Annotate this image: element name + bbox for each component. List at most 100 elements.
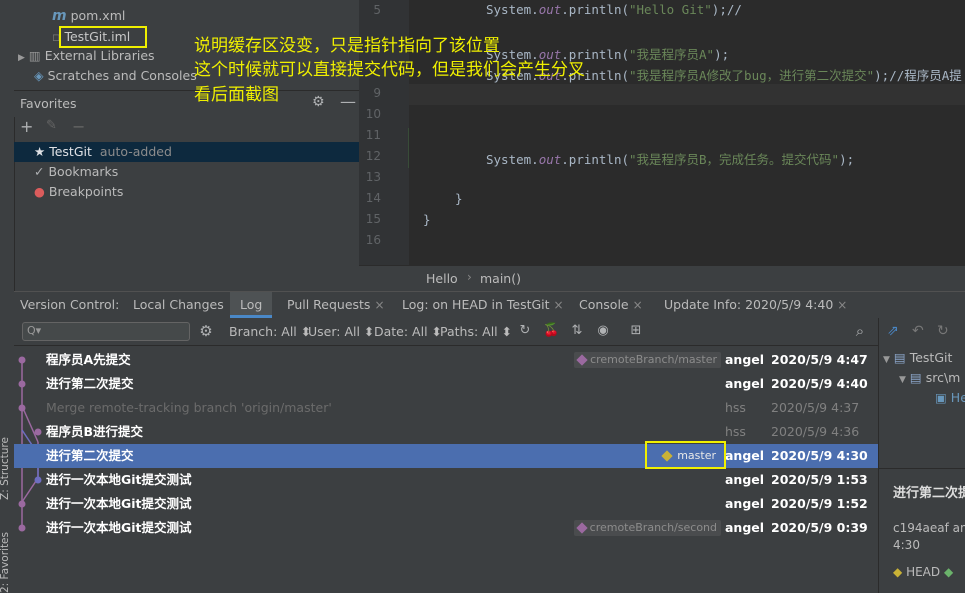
close-icon[interactable]: ×	[633, 298, 643, 312]
tree-item-file[interactable]: ▣ He	[935, 390, 965, 405]
favorites-item-testgit[interactable]: ★ TestGit auto-added	[14, 142, 359, 162]
commit-row[interactable]: 进行第二次提交 master angel 2020/5/9 4:30	[14, 444, 878, 468]
diff-icon[interactable]: ⇗	[887, 323, 899, 339]
gear-icon[interactable]: ⚙	[312, 94, 325, 110]
favorites-toolbar: + ✎ −	[14, 117, 359, 139]
tree-item-scratches[interactable]: ◈ Scratches and Consoles	[34, 66, 197, 86]
left-tool-strip: Z: Structure 2: Favorites	[0, 0, 15, 593]
commit-date: 2020/5/9 4:37	[771, 400, 860, 415]
commit-row[interactable]: 进行一次本地Git提交测试 angel 2020/5/9 1:52	[14, 492, 878, 516]
line-number: 11	[365, 128, 381, 142]
date-filter[interactable]: Date: All ⬍	[374, 318, 442, 345]
annotation-line-1: 说明缓存区没变，只是指针指向了该位置	[194, 36, 500, 56]
favorites-item-label: Breakpoints	[48, 184, 124, 199]
commit-author: angel	[725, 472, 765, 487]
tree-item-label: External Libraries	[44, 48, 155, 63]
tab-pull-requests[interactable]: Pull Requests ×	[287, 292, 385, 318]
favorites-item-note: auto-added	[99, 144, 172, 159]
breadcrumb-item-method[interactable]: main()	[480, 271, 521, 286]
line-number: 9	[373, 86, 381, 100]
code-brace: }	[455, 191, 463, 206]
commit-message: 程序员B进行提交	[46, 424, 144, 439]
remove-icon[interactable]: −	[72, 117, 85, 136]
refresh-icon[interactable]: ↻	[517, 323, 533, 339]
favorites-item-breakpoints[interactable]: ● Breakpoints	[14, 182, 359, 202]
commit-message: 程序员A先提交	[46, 352, 131, 367]
gear-icon[interactable]: ⚙	[198, 323, 214, 339]
line-number: 14	[365, 191, 381, 205]
divider	[879, 468, 965, 469]
tag-icon: ◆	[943, 565, 954, 579]
code-line: System.out.println("我是程序员B，完成任务。提交代码");	[486, 152, 855, 167]
current-line-highlight	[409, 84, 965, 105]
favorites-title: Favorites	[20, 96, 77, 111]
breadcrumb: Hello › main()	[359, 265, 965, 291]
structure-tool-tab[interactable]: Z: Structure	[0, 437, 11, 500]
commit-log-list: 程序员A先提交 cremoteBranch/master angel 2020/5/9…	[14, 346, 878, 593]
graph-options-icon[interactable]: ⊞	[628, 323, 644, 339]
search-icon[interactable]: ⌕	[852, 323, 868, 339]
close-icon[interactable]: ×	[554, 298, 564, 312]
favorites-item-label: TestGit	[49, 144, 92, 159]
expand-arrow-icon: ▼	[883, 355, 890, 365]
commit-date: 2020/5/9 4:30	[771, 448, 868, 463]
highlight-box-master	[645, 441, 726, 469]
expand-arrow-icon: ▶	[18, 53, 25, 63]
library-icon: ▥	[28, 48, 41, 63]
commit-row[interactable]: 进行一次本地Git提交测试 cremoteBranch/second angel 20…	[14, 516, 878, 540]
cherry-pick-icon[interactable]: 🍒	[543, 323, 559, 339]
minimize-icon[interactable]: —	[340, 92, 356, 111]
branch-filter[interactable]: Branch: All ⬍	[229, 318, 311, 345]
edit-icon[interactable]: ✎	[46, 118, 57, 133]
commit-row[interactable]: 进行第二次提交 angel 2020/5/9 4:40	[14, 372, 878, 396]
commit-time: 4:30	[893, 538, 920, 552]
vc-label: Version Control:	[20, 297, 120, 312]
expand-arrow-icon: ▼	[899, 375, 906, 385]
refresh-icon[interactable]: ↻	[937, 323, 949, 339]
commit-author: hss	[725, 424, 746, 439]
breadcrumb-item-class[interactable]: Hello	[426, 271, 458, 286]
commit-row[interactable]: 程序员A先提交 cremoteBranch/master angel 2020/5/9…	[14, 348, 878, 372]
tab-log[interactable]: Log	[230, 292, 273, 318]
favorites-tool-tab[interactable]: 2: Favorites	[0, 532, 11, 593]
scratches-icon: ◈	[34, 68, 44, 83]
line-number: 16	[365, 233, 381, 247]
eye-icon[interactable]: ◉	[595, 323, 611, 339]
tree-item-external-libraries[interactable]: ▶ ▥ External Libraries	[18, 46, 155, 66]
commit-message: 进行一次本地Git提交测试	[46, 496, 192, 511]
java-file-icon: ▣	[935, 390, 947, 405]
paths-filter[interactable]: Paths: All ⬍	[440, 318, 512, 345]
search-input[interactable]: Q▾	[22, 322, 190, 341]
tab-update-info[interactable]: Update Info: 2020/5/9 4:40 ×	[664, 292, 847, 318]
breakpoint-icon: ●	[34, 184, 45, 199]
maven-icon: m	[52, 8, 67, 24]
line-number: 12	[365, 149, 381, 163]
revert-icon[interactable]: ↶	[912, 323, 924, 339]
search-icon: Q▾	[27, 324, 42, 337]
close-icon[interactable]: ×	[837, 298, 847, 312]
line-number: 13	[365, 170, 381, 184]
head-ref: ◆ HEAD ◆	[893, 565, 954, 579]
user-filter[interactable]: User: All ⬍	[308, 318, 374, 345]
commit-date: 2020/5/9 1:52	[771, 496, 868, 511]
close-icon[interactable]: ×	[374, 298, 384, 312]
tab-console[interactable]: Console ×	[579, 292, 643, 318]
tab-local-changes[interactable]: Local Changes	[133, 292, 224, 318]
tag-icon: ◆	[893, 565, 903, 579]
commit-row[interactable]: Merge remote-tracking branch 'origin/mas…	[14, 396, 878, 420]
tree-item-src[interactable]: ▼ ▤ src\m	[899, 370, 960, 385]
commit-row[interactable]: 进行一次本地Git提交测试 angel 2020/5/9 1:53	[14, 468, 878, 492]
commit-author: hss	[725, 400, 746, 415]
favorites-item-bookmarks[interactable]: ✓ Bookmarks	[14, 162, 359, 182]
annotation-line-3: 看后面截图	[194, 85, 279, 105]
tree-item-root[interactable]: ▼ ▤ TestGit	[883, 350, 952, 365]
highlight-box-iml	[59, 26, 147, 48]
tree-item-pom[interactable]: m pom.xml	[52, 6, 125, 26]
commit-author: angel	[725, 496, 765, 511]
add-icon[interactable]: +	[20, 117, 33, 136]
commit-row[interactable]: 程序员B进行提交 hss 2020/5/9 4:36	[14, 420, 878, 444]
commit-author: angel	[725, 448, 765, 463]
sort-icon[interactable]: ⇅	[569, 323, 585, 339]
commit-author: angel	[725, 352, 765, 367]
tab-log-head[interactable]: Log: on HEAD in TestGit ×	[402, 292, 564, 318]
